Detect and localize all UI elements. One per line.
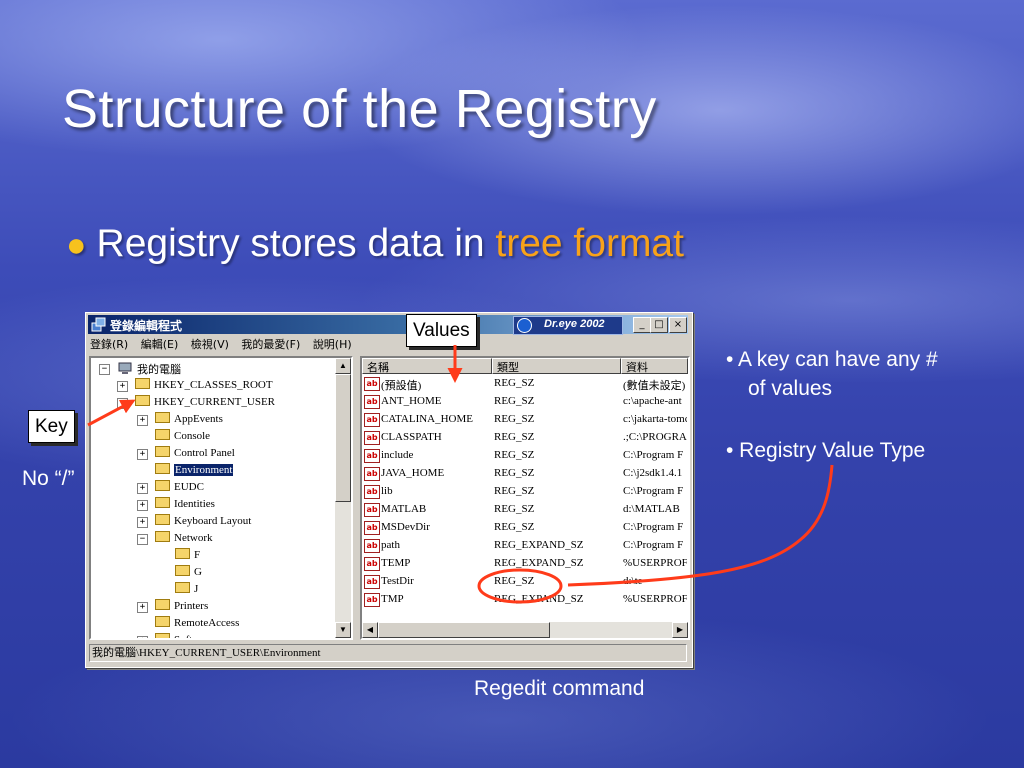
annotation-overlay <box>87 345 834 604</box>
value-type-connector <box>567 464 834 587</box>
reg-sz-highlight-ellipse <box>477 568 563 604</box>
key-arrow <box>87 399 136 427</box>
